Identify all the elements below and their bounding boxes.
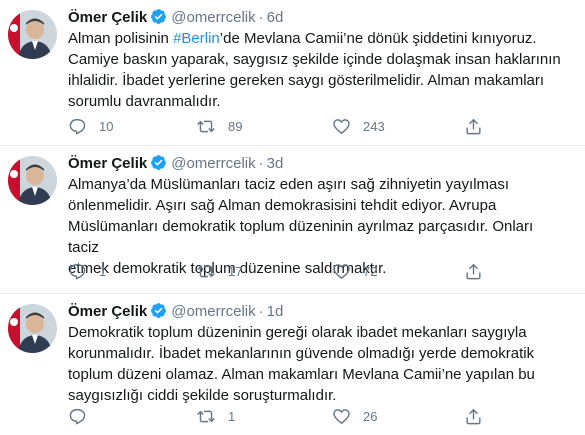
tweet[interactable]: Ömer Çelik @omerrcelik · 6d Alman polisinin… xyxy=(0,0,585,145)
avatar[interactable] xyxy=(8,10,57,59)
reply-icon xyxy=(69,118,86,134)
retweet-count: 1 xyxy=(228,408,236,424)
author-handle[interactable]: @omerrcelik xyxy=(171,155,255,172)
retweet-icon xyxy=(197,410,215,422)
avatar[interactable] xyxy=(8,156,57,205)
timestamp[interactable]: 6d xyxy=(267,9,284,26)
reply-count: 1 xyxy=(99,263,107,279)
heart-icon xyxy=(333,408,350,424)
reply-count: 10 xyxy=(99,118,114,134)
share-button[interactable] xyxy=(464,261,483,281)
separator-dot: · xyxy=(258,303,264,320)
tweet-text: Alman polisinin #Berlin’de Mevlana Camii… xyxy=(68,28,568,112)
like-button[interactable]: 72 xyxy=(332,261,377,281)
heart-icon xyxy=(333,263,350,279)
like-count: 72 xyxy=(363,263,378,279)
share-icon xyxy=(466,408,481,424)
reply-icon xyxy=(69,408,86,424)
reply-button[interactable] xyxy=(68,406,99,426)
retweet-count: 17 xyxy=(228,263,243,279)
retweet-icon xyxy=(197,265,215,277)
author-name[interactable]: Ömer Çelik xyxy=(68,155,147,172)
avatar[interactable] xyxy=(8,304,57,353)
tweet[interactable]: Ömer Çelik @omerrcelik · 3d Almanya’da Müsl… xyxy=(0,145,585,293)
reply-button[interactable]: 1 xyxy=(68,261,106,281)
tweet-text: Demokratik toplum düzeninin gereği olara… xyxy=(68,324,535,404)
retweet-button[interactable]: 89 xyxy=(196,116,242,136)
author-handle[interactable]: @omerrcelik xyxy=(171,303,255,320)
reply-icon xyxy=(69,263,86,279)
like-count: 243 xyxy=(363,118,385,134)
share-button[interactable] xyxy=(464,406,483,426)
like-button[interactable]: 26 xyxy=(332,406,377,426)
reply-button[interactable]: 10 xyxy=(68,116,113,136)
retweet-button[interactable]: 17 xyxy=(196,261,242,281)
author-name[interactable]: Ömer Çelik xyxy=(68,303,147,320)
like-button[interactable]: 243 xyxy=(332,116,385,136)
timestamp[interactable]: 1d xyxy=(267,303,284,320)
retweet-button[interactable]: 1 xyxy=(196,406,235,426)
share-button[interactable] xyxy=(464,116,483,136)
timestamp[interactable]: 3d xyxy=(267,155,284,172)
retweet-count: 89 xyxy=(228,118,243,134)
like-count: 26 xyxy=(363,408,378,424)
separator-dot: · xyxy=(258,155,264,172)
author-name[interactable]: Ömer Çelik xyxy=(68,9,147,26)
retweet-icon xyxy=(197,120,215,132)
author-handle[interactable]: @omerrcelik xyxy=(171,9,255,26)
share-icon xyxy=(466,263,481,279)
tweet-actions: 1 26 xyxy=(68,406,481,426)
share-icon xyxy=(466,118,481,134)
tweet-actions: 1 17 72 xyxy=(68,261,481,281)
separator-dot: · xyxy=(258,9,264,26)
heart-icon xyxy=(333,118,350,134)
tweet-text-segment: Alman polisinin xyxy=(68,30,174,47)
hashtag-link[interactable]: #Berlin xyxy=(173,30,220,47)
tweet[interactable]: Ömer Çelik @omerrcelik · 1d Demokratik topl… xyxy=(0,293,585,435)
tweet-feed: Ömer Çelik @omerrcelik · 6d Alman polisinin… xyxy=(0,0,585,435)
tweet-actions: 10 89 243 xyxy=(68,116,481,136)
